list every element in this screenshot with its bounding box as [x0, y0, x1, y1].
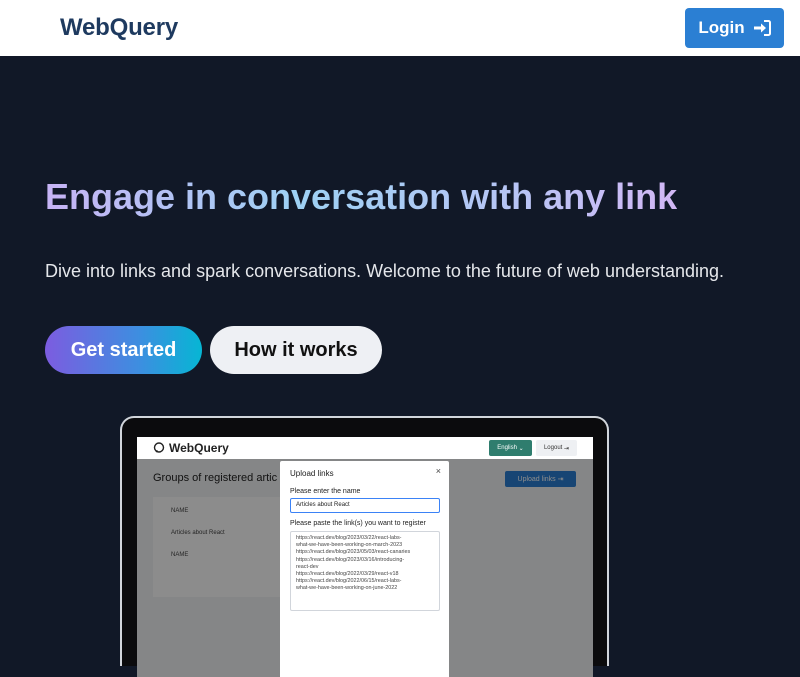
modal-link-line: https://react.dev/blog/2023/05/03/react-…: [296, 549, 411, 556]
modal-link-line: https://react.dev/blog/2022/03/29/react-…: [296, 571, 399, 578]
hero-section: Engage in conversation with any link Div…: [0, 56, 800, 677]
laptop-preview: WebQuery English ⌄ Logout ⇥ Groups of re…: [120, 416, 609, 677]
chevron-down-icon: ⌄: [518, 445, 524, 452]
modal-link-line: https://react.dev/blog/2022/06/15/react-…: [296, 578, 402, 585]
top-navbar: WebQuery Login: [0, 0, 800, 56]
sign-in-icon: [753, 20, 771, 36]
preview-logout-label: Logout: [543, 445, 563, 451]
hero-subline: Dive into links and spark conversations.…: [45, 261, 725, 281]
how-it-works-button[interactable]: How it works: [210, 326, 382, 374]
sign-out-icon: ⇥: [564, 445, 570, 452]
preview-language-select: English ⌄: [489, 440, 532, 456]
modal-link-line: react-dev: [296, 563, 319, 570]
modal-name-input: Articles about React: [290, 498, 440, 513]
modal-link-line: https://react.dev/blog/2023/03/16/introd…: [296, 556, 405, 563]
preview-language-label: English: [497, 445, 517, 451]
preview-brand: WebQuery: [153, 441, 229, 455]
hero-headline: Engage in conversation with any link: [45, 176, 678, 217]
brand-logo[interactable]: WebQuery: [60, 14, 178, 42]
login-button-label: Login: [698, 18, 745, 37]
close-icon: ×: [435, 466, 441, 476]
preview-brand-label: WebQuery: [169, 441, 229, 455]
modal-link-line: what-we-have-been-working-on-june-2022: [296, 585, 398, 592]
modal-links-textarea: https://react.dev/blog/2023/03/22/react-…: [290, 531, 440, 611]
modal-link-line: https://react.dev/blog/2023/03/22/react-…: [296, 535, 402, 541]
preview-navbar: WebQuery English ⌄ Logout ⇥: [137, 437, 593, 459]
preview-upload-modal: Upload links × Please enter the name Art…: [280, 461, 449, 677]
get-started-button[interactable]: Get started: [45, 326, 202, 374]
modal-title: Upload links: [290, 469, 334, 478]
preview-screen: WebQuery English ⌄ Logout ⇥ Groups of re…: [137, 437, 593, 677]
modal-name-label: Please enter the name: [290, 488, 361, 495]
preview-logout-button: Logout ⇥: [536, 440, 577, 456]
chat-bubble-icon: [153, 442, 165, 453]
modal-links-label: Please paste the link(s) you want to reg…: [290, 520, 426, 527]
modal-link-line: what-we-have-been-working-on-march-2023: [296, 542, 403, 549]
login-button[interactable]: Login: [685, 8, 784, 48]
